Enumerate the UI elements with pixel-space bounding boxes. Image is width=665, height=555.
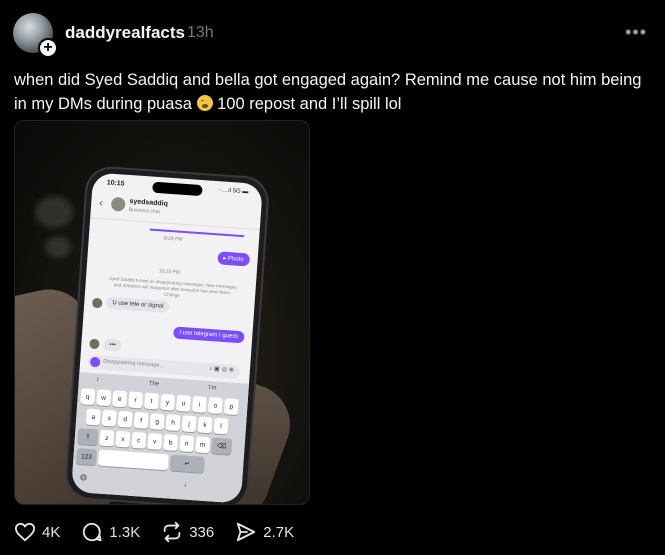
message-time-2: 10:15 PM (158, 268, 181, 276)
key: e (112, 390, 128, 408)
post-timestamp: 13h (187, 24, 214, 41)
key: j (181, 415, 197, 433)
key: z (99, 429, 115, 447)
key: q (80, 388, 96, 406)
photo-bubble: ▸ Photo (216, 251, 251, 267)
comment-button[interactable]: 1.3K (81, 521, 140, 543)
post-text-part-2: 100 repost and I’ll spill lol (217, 95, 402, 113)
typing-indicator: ••• (102, 338, 123, 352)
key: h (165, 414, 181, 432)
like-count: 4K (42, 523, 61, 541)
return-key: ↵ (169, 454, 205, 473)
incoming-avatar (91, 297, 103, 309)
status-icons: ··…ıl 5G ▬ (217, 187, 249, 196)
status-time: 10:15 (106, 179, 125, 188)
more-options-icon[interactable]: ••• (625, 22, 647, 43)
composer-icons: ♪▣◎⊕ (208, 366, 237, 374)
key: s (101, 409, 117, 427)
back-chevron-icon: ‹ (98, 196, 104, 210)
key: y (159, 393, 176, 411)
outgoing-message: I use telegram I guess (172, 326, 245, 344)
key: x (115, 430, 131, 448)
key: g (149, 413, 165, 430)
share-button[interactable]: 2.7K (235, 521, 294, 543)
like-button[interactable]: 4K (14, 522, 60, 542)
key: u (175, 394, 192, 412)
backspace-key: ⌫ (211, 437, 233, 455)
repost-count: 336 (189, 523, 215, 541)
share-count: 2.7K (263, 523, 295, 541)
dm-subtitle: Business chat (128, 207, 161, 216)
suggestion-1: I (96, 377, 99, 384)
dm-name: syedsaddiq (129, 198, 169, 208)
key: w (96, 389, 112, 407)
dm-header: ‹ syedsaddiq Business chat (90, 190, 262, 231)
key: m (195, 436, 211, 454)
avatar-container[interactable]: + (13, 13, 58, 58)
follow-plus-icon[interactable]: + (38, 38, 58, 58)
key: l (213, 417, 229, 435)
comment-icon (83, 522, 102, 542)
share-icon (237, 522, 256, 542)
heart-icon (15, 522, 35, 542)
repost-icon (163, 521, 181, 543)
phone-screen: 10:15 ··…ıl 5G ▬ ‹ syedsaddiq Business c… (71, 172, 263, 504)
key: k (197, 416, 213, 434)
camera-icon (89, 356, 101, 368)
suggestion-3: I'm (208, 385, 217, 392)
key: v (147, 432, 163, 450)
key: d (117, 410, 133, 428)
thread-post: + daddyrealfacts 13h ••• when did Syed S… (0, 0, 665, 555)
phone-in-photo: 10:15 ··…ıl 5G ▬ ‹ syedsaddiq Business c… (65, 167, 269, 504)
space-key (97, 449, 169, 471)
dm-avatar (110, 196, 126, 212)
suggestion-2: The (148, 380, 160, 388)
key: f (133, 411, 149, 429)
key: r (128, 391, 144, 409)
numbers-key: 123 (75, 447, 98, 466)
key: a (85, 408, 101, 426)
message-time-1: 8:29 PM (163, 235, 183, 243)
key-row-4: 123 ↵ (75, 447, 205, 473)
dynamic-island (152, 181, 203, 197)
key: i (191, 395, 207, 413)
key: b (163, 434, 179, 451)
repost-button[interactable]: 336 (161, 521, 214, 543)
composer-placeholder: Disappearing message... (102, 358, 165, 369)
shift-key: ⇧ (77, 428, 99, 446)
key: c (131, 431, 147, 449)
post-actions: 4K 1.3K 336 2.7K (14, 521, 315, 543)
incoming-message: U use tele or signal (105, 296, 170, 314)
yawning-face-emoji-icon (196, 95, 213, 111)
post-text: when did Syed Saddiq and bella got engag… (14, 68, 654, 116)
key: o (207, 397, 223, 415)
on-screen-keyboard: I The I'm q w e r t y u i o p a s d f g … (71, 371, 250, 504)
globe-icon: ◍ (79, 472, 88, 482)
comment-count: 1.3K (109, 523, 141, 541)
key: p (223, 398, 239, 416)
typing-avatar (89, 338, 100, 350)
post-image[interactable]: 10:15 ··…ıl 5G ▬ ‹ syedsaddiq Business c… (14, 120, 310, 505)
username[interactable]: daddyrealfacts (65, 23, 185, 43)
key: t (144, 392, 160, 410)
key: n (179, 435, 195, 453)
microphone-icon: ♩ (183, 479, 193, 490)
